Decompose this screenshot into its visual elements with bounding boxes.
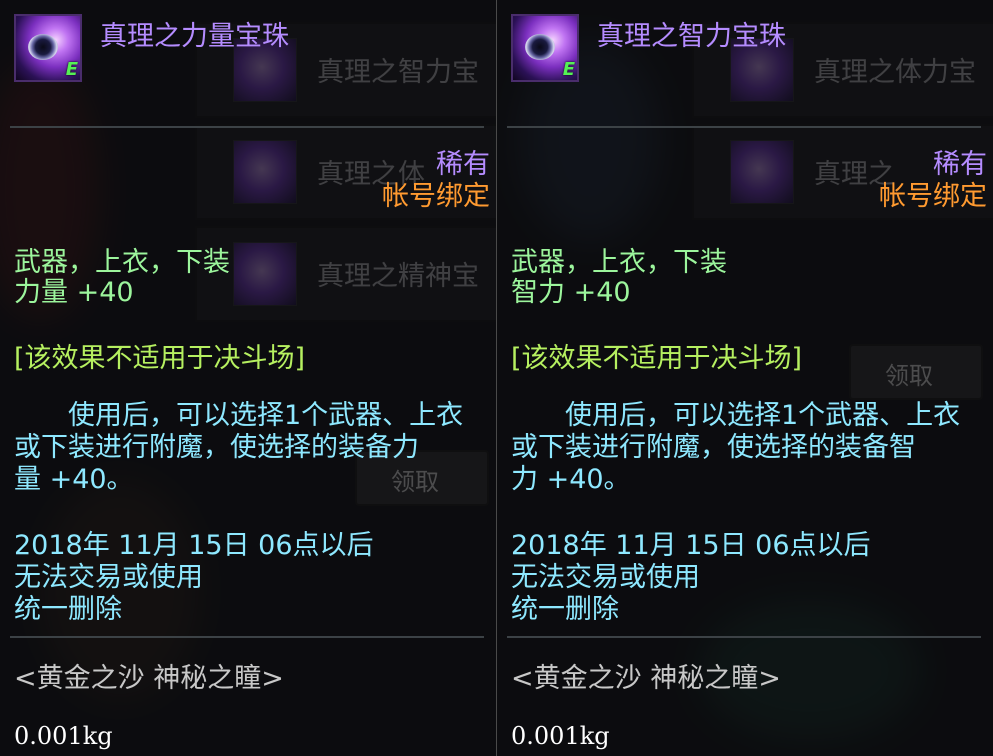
eye-orb-icon: E [14,14,82,82]
epic-badge-icon: E [65,59,78,80]
bg-item-icon [730,140,794,204]
divider [507,126,981,128]
expiry-line: 2018年 11月 15日 06点以后 [14,530,374,561]
description-line: 力 +40。 [511,464,631,495]
item-description: 使用后，可以选择1个武器、上衣 或下装进行附魔，使选择的装备智 力 +40。 [511,400,981,496]
expiry-line: 无法交易或使用 [14,562,203,593]
eye-icon [525,34,555,60]
item-notice: [该效果不适用于决斗场] [14,343,306,374]
item-set-name: <黄金之沙 神秘之瞳> [14,663,284,694]
eye-icon [28,34,58,60]
item-tooltip-intelligence-orb: 真理之体力宝 真理之 领取 E 真理之智力宝珠 稀有 帐号绑定 武器，上衣，下装… [497,0,993,756]
description-line: 或下装进行附魔，使选择的装备智 [511,432,916,463]
item-stat: 力量 +40 [14,277,134,308]
item-binding: 帐号绑定 [879,181,987,212]
expiry-line: 无法交易或使用 [511,562,700,593]
item-expiry: 2018年 11月 15日 06点以后 无法交易或使用 统一删除 [511,530,871,626]
bg-item-icon [233,140,297,204]
description-line: 使用后，可以选择1个武器、上衣 [511,400,961,431]
item-stat: 智力 +40 [511,277,631,308]
divider [10,126,484,128]
epic-badge-icon: E [562,59,575,80]
item-description: 使用后，可以选择1个武器、上衣 或下装进行附魔，使选择的装备力 量 +40。 [14,400,484,496]
item-expiry: 2018年 11月 15日 06点以后 无法交易或使用 统一删除 [14,530,374,626]
item-set-name: <黄金之沙 神秘之瞳> [511,663,781,694]
claim-button[interactable]: 领取 [849,344,983,400]
description-line: 或下装进行附魔，使选择的装备力 [14,432,419,463]
claim-button-label: 领取 [885,362,933,390]
item-weight: 0.001kg [511,722,610,750]
divider [507,636,981,638]
bg-item-name: 真理之精神宝 [317,261,479,292]
bg-list-row[interactable]: 真理之精神宝 [195,226,496,322]
item-title: 真理之力量宝珠 [100,21,289,52]
item-title: 真理之智力宝珠 [597,21,786,52]
item-tooltip-strength-orb: 真理之智力宝 真理之体 真理之精神宝 领取 E 真理之力量宝珠 稀有 帐号绑定 … [0,0,497,756]
bg-item-name: 真理之智力宝 [317,57,479,88]
item-weight: 0.001kg [14,722,113,750]
description-line: 量 +40。 [14,464,134,495]
bg-item-name: 真理之体力宝 [814,57,976,88]
expiry-line: 2018年 11月 15日 06点以后 [511,530,871,561]
description-line: 使用后，可以选择1个武器、上衣 [14,400,464,431]
divider [10,636,484,638]
expiry-line: 统一删除 [14,594,122,625]
expiry-line: 统一删除 [511,594,619,625]
eye-orb-icon: E [511,14,579,82]
item-binding: 帐号绑定 [382,181,490,212]
bg-item-icon [233,242,297,306]
item-notice: [该效果不适用于决斗场] [511,343,803,374]
